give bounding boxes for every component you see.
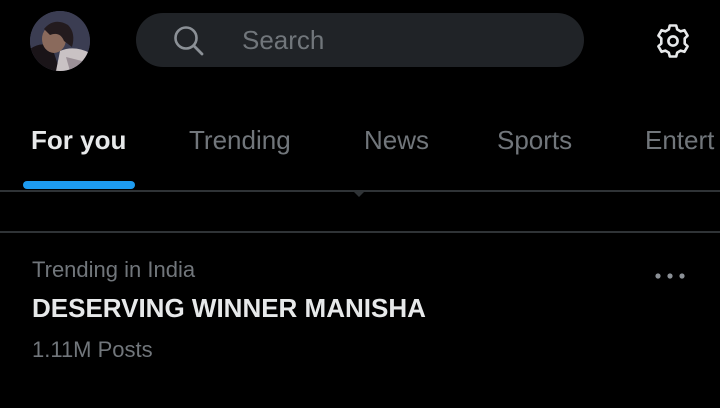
gear-icon[interactable] bbox=[654, 22, 692, 60]
tab-for-you[interactable]: For you bbox=[31, 124, 126, 156]
tab-trending[interactable]: Trending bbox=[189, 124, 291, 156]
tab-sports[interactable]: Sports bbox=[497, 124, 572, 156]
trend-title: DESERVING WINNER MANISHA bbox=[32, 293, 426, 323]
search-placeholder: Search bbox=[242, 25, 325, 55]
tab-entertainment[interactable]: Entert bbox=[645, 124, 714, 156]
search-icon bbox=[174, 26, 204, 56]
tab-bar: For you Trending News Sports Entert bbox=[0, 118, 720, 190]
trend-post-count: 1.11M Posts bbox=[32, 337, 153, 362]
trend-item[interactable]: Trending in India DESERVING WINNER MANIS… bbox=[0, 233, 720, 408]
avatar-image bbox=[30, 11, 90, 71]
avatar[interactable] bbox=[30, 11, 90, 71]
explore-screen: Search For you Trending News Sports Ente… bbox=[0, 0, 720, 408]
search-input[interactable]: Search bbox=[136, 13, 584, 67]
more-horizontal-icon[interactable] bbox=[652, 266, 688, 286]
trend-context: Trending in India bbox=[32, 257, 196, 282]
tab-news[interactable]: News bbox=[364, 124, 429, 156]
caret-down-icon bbox=[354, 192, 364, 197]
active-tab-indicator bbox=[23, 181, 135, 189]
